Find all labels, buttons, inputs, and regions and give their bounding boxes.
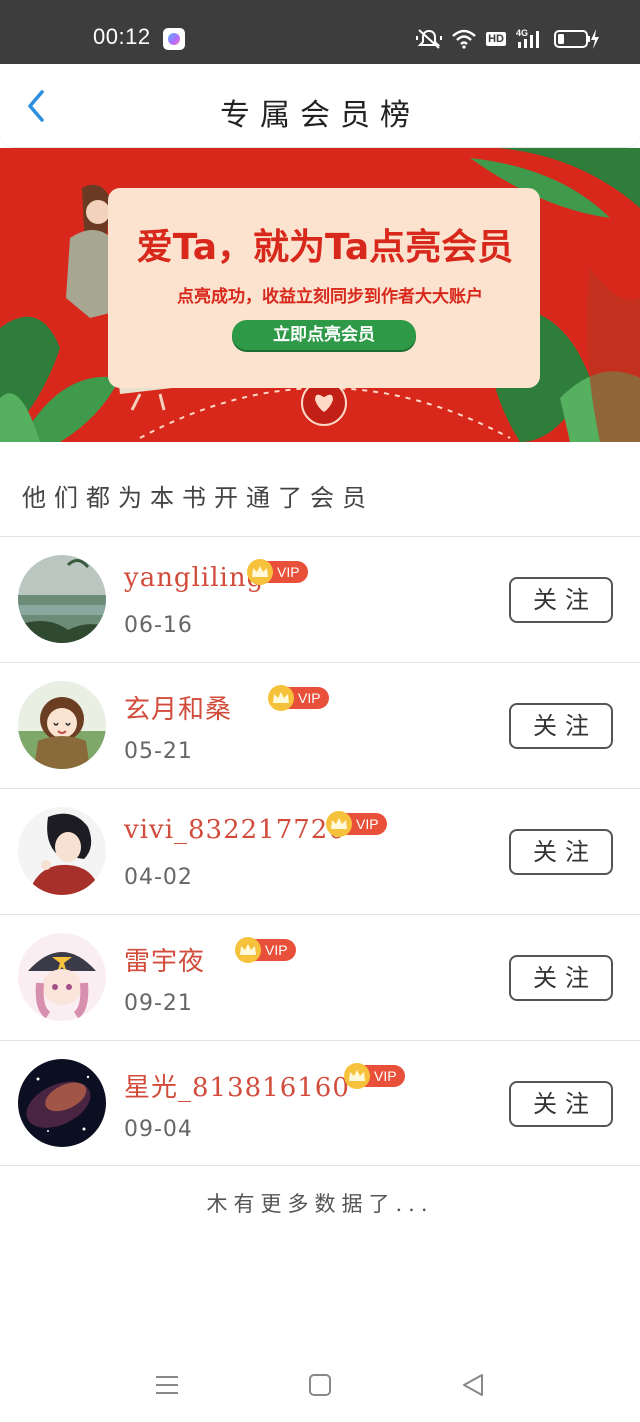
vip-badge: VIP bbox=[344, 1063, 405, 1089]
list-item[interactable]: 雷宇夜 VIP 09-21 关注 bbox=[0, 914, 640, 1040]
member-date: 05-21 bbox=[124, 739, 193, 764]
list-item[interactable]: 玄月和桑 VIP 05-21 关注 bbox=[0, 662, 640, 788]
status-icons: HD 4G bbox=[416, 26, 600, 52]
app-icon bbox=[163, 28, 185, 50]
battery-charging-icon bbox=[554, 29, 599, 49]
status-time: 00:12 bbox=[93, 24, 151, 49]
back-nav-button[interactable] bbox=[456, 1368, 490, 1402]
list-item[interactable]: 星光_813816160 VIP 09-04 关注 bbox=[0, 1040, 640, 1166]
member-date: 09-21 bbox=[124, 991, 193, 1016]
vip-badge: VIP bbox=[268, 685, 329, 711]
section-title: 他们都为本书开通了会员 bbox=[22, 484, 374, 512]
membership-banner[interactable]: 爱Ta，就为Ta点亮会员 点亮成功，收益立刻同步到作者大大账户 立即点亮会员 bbox=[0, 148, 640, 442]
svg-text:4G: 4G bbox=[516, 28, 528, 38]
follow-button[interactable]: 关注 bbox=[509, 829, 613, 875]
vip-label: VIP bbox=[267, 561, 308, 583]
member-name[interactable]: 玄月和桑 bbox=[124, 689, 232, 726]
crown-icon bbox=[247, 559, 273, 585]
list-item[interactable]: vivi_832217720 VIP 04-02 关注 bbox=[0, 788, 640, 914]
crown-icon bbox=[344, 1063, 370, 1089]
member-date: 04-02 bbox=[124, 865, 193, 890]
member-name[interactable]: 雷宇夜 bbox=[124, 941, 205, 978]
banner-title: 爱Ta，就为Ta点亮会员 bbox=[136, 227, 514, 268]
app-header: 专属会员榜 bbox=[0, 64, 640, 148]
wifi-icon bbox=[452, 29, 476, 49]
follow-button[interactable]: 关注 bbox=[509, 703, 613, 749]
vip-label: VIP bbox=[255, 939, 296, 961]
page-title: 专属会员榜 bbox=[220, 98, 420, 133]
system-nav-bar bbox=[0, 1350, 640, 1422]
vip-label: VIP bbox=[346, 813, 387, 835]
vip-badge: VIP bbox=[326, 811, 387, 837]
member-name[interactable]: 星光_813816160 bbox=[124, 1067, 350, 1104]
status-bar: 00:12 HD 4G bbox=[0, 0, 640, 64]
crown-icon bbox=[235, 937, 261, 963]
avatar[interactable] bbox=[18, 681, 106, 769]
avatar[interactable] bbox=[18, 807, 106, 895]
menu-button[interactable] bbox=[150, 1368, 184, 1402]
avatar[interactable] bbox=[18, 933, 106, 1021]
banner-subtitle: 点亮成功，收益立刻同步到作者大大账户 bbox=[177, 287, 483, 307]
menu-icon bbox=[156, 1376, 178, 1394]
list-item[interactable]: yangliling VIP 06-16 关注 bbox=[0, 536, 640, 662]
mute-icon bbox=[416, 29, 443, 49]
member-list: yangliling VIP 06-16 关注 玄月和桑 VIP 05-21 关… bbox=[0, 536, 640, 1166]
member-name[interactable]: yangliling bbox=[124, 563, 264, 593]
vip-label: VIP bbox=[364, 1065, 405, 1087]
avatar[interactable] bbox=[18, 555, 106, 643]
member-date: 09-04 bbox=[124, 1117, 193, 1142]
light-up-membership-button[interactable]: 立即点亮会员 bbox=[232, 320, 416, 350]
member-name[interactable]: vivi_832217720 bbox=[124, 815, 346, 845]
follow-button[interactable]: 关注 bbox=[509, 577, 613, 623]
hd-icon: HD bbox=[486, 32, 506, 46]
vip-badge: VIP bbox=[247, 559, 308, 585]
end-of-list-text: 木有更多数据了... bbox=[206, 1192, 434, 1216]
home-button[interactable] bbox=[303, 1368, 337, 1402]
follow-button[interactable]: 关注 bbox=[509, 955, 613, 1001]
vip-label: VIP bbox=[288, 687, 329, 709]
back-triangle-icon bbox=[463, 1374, 483, 1396]
crown-icon bbox=[326, 811, 352, 837]
avatar[interactable] bbox=[18, 1059, 106, 1147]
member-date: 06-16 bbox=[124, 613, 193, 638]
crown-icon bbox=[268, 685, 294, 711]
home-square-icon bbox=[309, 1374, 331, 1396]
vip-badge: VIP bbox=[235, 937, 296, 963]
follow-button[interactable]: 关注 bbox=[509, 1081, 613, 1127]
signal-4g-icon: 4G bbox=[516, 28, 539, 48]
